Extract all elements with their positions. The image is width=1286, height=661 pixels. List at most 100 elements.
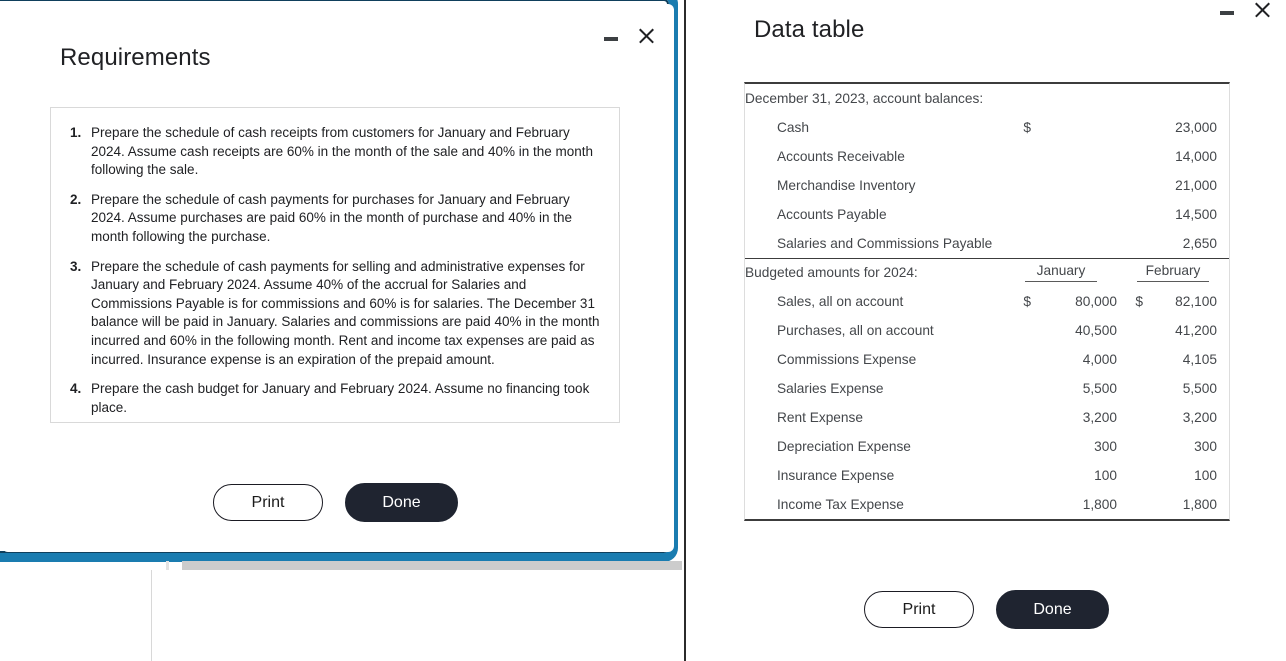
row-value-feb: 5,500 (1182, 381, 1217, 396)
close-icon[interactable] (636, 26, 656, 46)
row-label: Accounts Receivable (777, 149, 905, 164)
column-header-january: January (1005, 257, 1117, 287)
row-currency-feb: $ (1135, 294, 1143, 309)
row-value-jan: 3,200 (1082, 410, 1117, 425)
requirement-text: Prepare the cash budget for January and … (91, 381, 590, 415)
row-label: Accounts Payable (777, 207, 887, 222)
requirements-list: 1. Prepare the schedule of cash receipts… (50, 107, 620, 423)
requirements-button-row: Print Done (213, 483, 458, 522)
row-currency: $ (1023, 120, 1031, 135)
row-label: Depreciation Expense (777, 439, 911, 454)
scrollbar-tick (166, 561, 169, 570)
minimize-icon[interactable] (1218, 1, 1236, 19)
table-row: Cash $ 23,000 (745, 113, 1229, 142)
table-row: Salaries and Commissions Payable 2,650 (745, 229, 1229, 258)
row-label: Cash (777, 120, 809, 135)
horizontal-scrollbar[interactable] (182, 561, 682, 570)
table-row: Purchases, all on account 40,500 41,200 (745, 316, 1229, 345)
requirement-item: 2. Prepare the schedule of cash payments… (61, 191, 605, 247)
spacer-cell (1143, 84, 1229, 113)
row-currency-jan (1005, 374, 1031, 403)
row-currency (1005, 142, 1031, 171)
row-label: Income Tax Expense (777, 497, 904, 512)
requirement-number: 1. (70, 125, 82, 140)
table-row: Depreciation Expense 300 300 (745, 432, 1229, 461)
row-value-feb: 100 (1194, 468, 1217, 483)
row-currency-jan (1005, 403, 1031, 432)
requirement-text: Prepare the schedule of cash payments fo… (91, 191, 573, 244)
requirement-item: 3. Prepare the schedule of cash payments… (61, 258, 605, 370)
row-label: Merchandise Inventory (777, 178, 916, 193)
row-currency-feb (1117, 374, 1143, 403)
table-row: Salaries Expense 5,500 5,500 (745, 374, 1229, 403)
row-currency-feb (1117, 490, 1143, 519)
table-row: Rent Expense 3,200 3,200 (745, 403, 1229, 432)
requirement-number: 4. (70, 381, 82, 397)
row-value-feb: 4,105 (1182, 352, 1217, 367)
row-currency-jan (1005, 345, 1031, 374)
requirements-title: Requirements (60, 44, 211, 71)
done-button[interactable]: Done (996, 590, 1109, 629)
row-value-jan: 5,500 (1082, 381, 1117, 396)
data-table-window-controls (1218, 0, 1272, 20)
print-button[interactable]: Print (864, 591, 974, 628)
table-row: Income Tax Expense 1,800 1,800 (745, 490, 1229, 519)
row-label: Insurance Expense (777, 468, 895, 483)
row-value-feb: 300 (1194, 439, 1217, 454)
table-row: Commissions Expense 4,000 4,105 (745, 345, 1229, 374)
requirement-number: 3. (70, 258, 82, 274)
row-value-jan: 300 (1094, 439, 1117, 454)
table-row: Accounts Receivable 14,000 (745, 142, 1229, 171)
row-value-feb: 1,800 (1182, 497, 1217, 512)
minimize-icon[interactable] (602, 27, 620, 45)
row-currency-feb (1117, 432, 1143, 461)
spacer-cell (1031, 84, 1117, 113)
row-currency-feb (1117, 403, 1143, 432)
section-header-label: Budgeted amounts for 2024: (745, 257, 1005, 287)
row-value: 21,000 (1175, 178, 1217, 193)
data-table-button-row: Print Done (864, 590, 1109, 629)
row-value: 23,000 (1175, 120, 1217, 135)
table-row: Sales, all on account $ 80,000 $ 82,100 (745, 287, 1229, 316)
row-value-feb: 82,100 (1175, 294, 1217, 309)
table-section-header-row: December 31, 2023, account balances: (745, 84, 1229, 113)
row-label: Purchases, all on account (777, 323, 934, 338)
done-button[interactable]: Done (345, 483, 458, 522)
row-currency-jan: $ (1023, 294, 1031, 309)
data-table-panel: Data table December 31, 2023, account ba… (686, 0, 1286, 661)
row-label: Sales, all on account (777, 294, 904, 309)
row-label: Salaries and Commissions Payable (777, 235, 993, 251)
row-value-jan: 100 (1094, 468, 1117, 483)
close-icon[interactable] (1252, 0, 1272, 20)
requirement-item: 1. Prepare the schedule of cash receipts… (61, 124, 605, 180)
requirements-dialog: Requirements 1. Prepare the schedule of … (2, 4, 674, 552)
requirements-window-controls (602, 26, 656, 46)
table-row: Insurance Expense 100 100 (745, 461, 1229, 490)
print-button[interactable]: Print (213, 484, 323, 521)
row-value-jan: 40,500 (1075, 323, 1117, 338)
requirements-panel: Requirements 1. Prepare the schedule of … (0, 0, 684, 661)
table-section-header-row: Budgeted amounts for 2024: January Febru… (745, 257, 1229, 287)
row-value: 14,000 (1175, 149, 1217, 164)
column-header-february: February (1117, 257, 1229, 287)
spacer-cell (1117, 84, 1143, 113)
row-label: Commissions Expense (777, 352, 917, 367)
row-currency-jan (1005, 432, 1031, 461)
row-currency-jan (1005, 316, 1031, 345)
table-row: Merchandise Inventory 21,000 (745, 171, 1229, 200)
row-currency (1005, 200, 1031, 229)
screen: Requirements 1. Prepare the schedule of … (0, 0, 1286, 661)
row-currency-jan (1005, 461, 1031, 490)
row-value-jan: 4,000 (1082, 352, 1117, 367)
section-header-label: December 31, 2023, account balances: (745, 91, 984, 106)
requirement-number: 2. (70, 191, 82, 207)
row-value-feb: 3,200 (1182, 410, 1217, 425)
spacer-cell (1005, 84, 1031, 113)
row-value-jan: 80,000 (1075, 294, 1117, 309)
row-currency (1005, 229, 1031, 258)
data-table: December 31, 2023, account balances: Cas… (744, 82, 1230, 521)
background-divider (151, 570, 152, 661)
row-currency-feb (1117, 316, 1143, 345)
requirement-text: Prepare the schedule of cash receipts fr… (91, 125, 594, 178)
row-currency-feb (1117, 461, 1143, 490)
